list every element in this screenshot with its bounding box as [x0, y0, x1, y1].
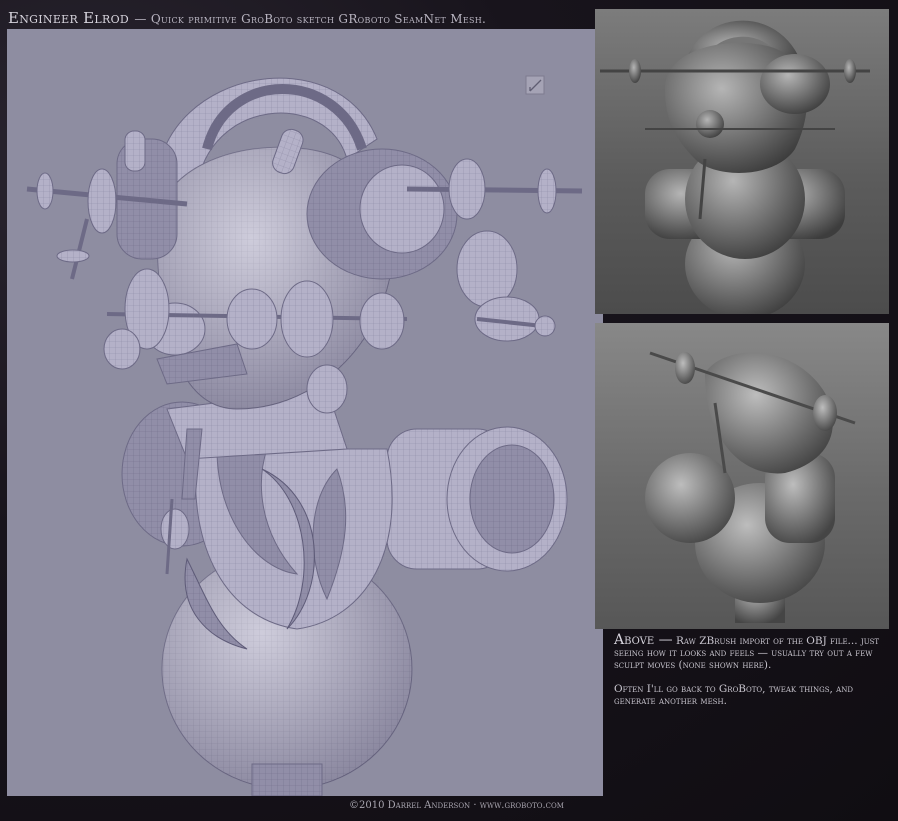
zbrush-model-front: [600, 20, 870, 314]
zbrush-model-angle: [645, 351, 856, 623]
mesh-robot-illustration: [26, 75, 583, 796]
page-title: Engineer Elrod — Quick primitive GroBoto…: [8, 8, 486, 27]
footer-credit: ©2010 Darrel Anderson · www.groboto.com: [349, 800, 564, 811]
square-pen-icon: [525, 75, 545, 95]
zbrush-render-angle: [595, 323, 889, 629]
caption-heading: Above —: [614, 632, 673, 648]
zbrush-render-front: [595, 9, 889, 314]
caption-paragraph-2: Often I'll go back to GroBoto, tweak thi…: [614, 683, 886, 707]
caption-paragraph-1: Above — Raw ZBrush import of the OBJ fil…: [614, 632, 886, 671]
caption-block: Above — Raw ZBrush import of the OBJ fil…: [614, 632, 886, 719]
main-mesh-render: [7, 29, 603, 796]
title-main: Engineer Elrod: [8, 9, 130, 27]
caption-text-2: Often I'll go back to GroBoto, tweak thi…: [614, 683, 853, 707]
title-subtitle: — Quick primitive GroBoto sketch GRoboto…: [134, 12, 487, 26]
